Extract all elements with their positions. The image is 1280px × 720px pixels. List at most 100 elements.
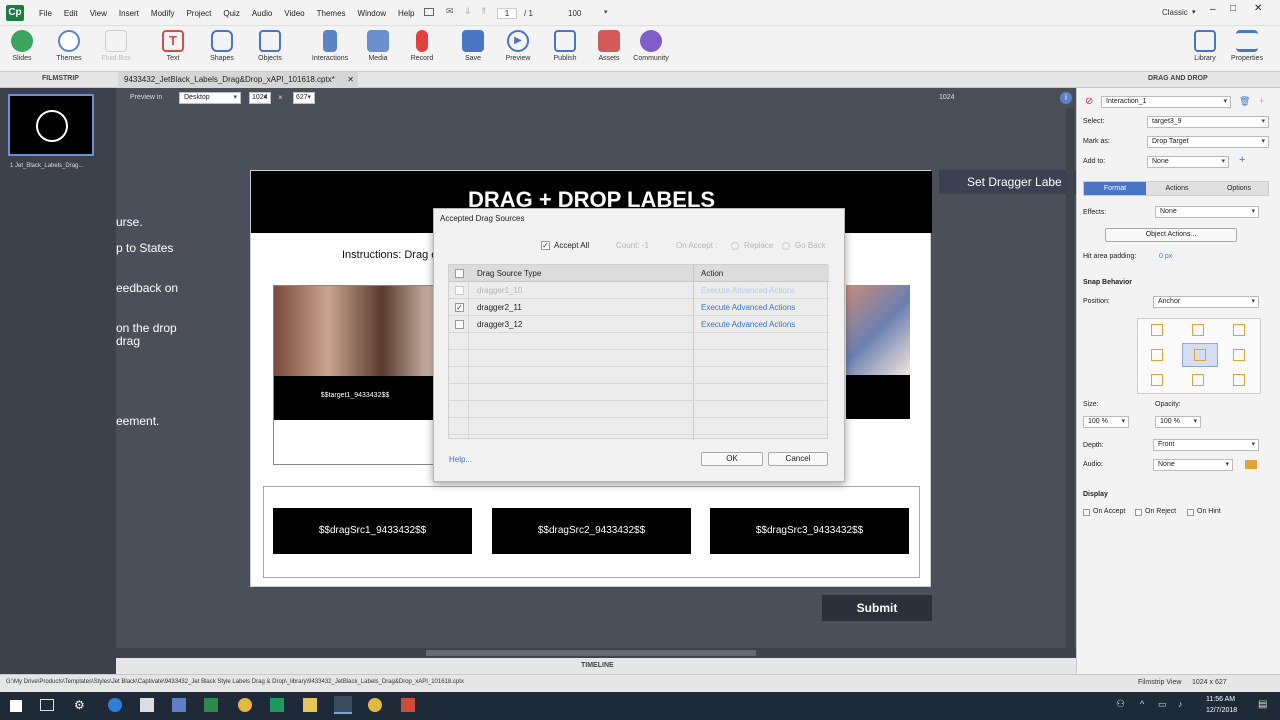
volume-icon[interactable]: ♪ bbox=[1178, 699, 1183, 709]
ok-button[interactable]: OK bbox=[701, 452, 763, 466]
workspace-chevron-icon[interactable]: ▾ bbox=[1192, 8, 1196, 16]
menu-help[interactable]: Help bbox=[392, 9, 420, 18]
chrome-icon[interactable] bbox=[238, 698, 252, 712]
slide-thumbnail[interactable] bbox=[8, 94, 94, 156]
publish-button[interactable]: Publish bbox=[541, 28, 589, 62]
row-checkbox[interactable] bbox=[455, 286, 464, 295]
windows-start-icon[interactable] bbox=[10, 700, 22, 712]
store-icon[interactable] bbox=[140, 698, 154, 712]
maximize-icon[interactable]: □ bbox=[1230, 3, 1236, 14]
library-button[interactable]: Library bbox=[1181, 28, 1229, 62]
on-reject-checkbox[interactable] bbox=[1135, 509, 1142, 516]
table-row[interactable]: dragger1_10 Execute Advanced Actions bbox=[449, 282, 829, 299]
outlook-icon[interactable] bbox=[172, 698, 186, 712]
go-back-radio[interactable] bbox=[782, 242, 790, 250]
row-action-link[interactable]: Execute Advanced Actions bbox=[701, 303, 795, 312]
add-to-dropdown[interactable]: None bbox=[1147, 156, 1229, 168]
on-hint-checkbox[interactable] bbox=[1187, 509, 1194, 516]
objects-button[interactable]: Objects bbox=[246, 28, 294, 62]
info-icon[interactable]: i bbox=[1060, 92, 1072, 104]
page-current-field[interactable]: 1 bbox=[497, 8, 517, 19]
visibility-icon[interactable]: ⊘ bbox=[1085, 96, 1093, 107]
drop-target-1[interactable]: $$target1_9433432$$ bbox=[273, 285, 436, 420]
menu-window[interactable]: Window bbox=[352, 9, 392, 18]
drop-target-3[interactable] bbox=[846, 285, 910, 420]
size-field[interactable]: 100 % bbox=[1083, 416, 1129, 428]
menu-audio[interactable]: Audio bbox=[246, 9, 278, 18]
captivate-taskbar-icon[interactable] bbox=[334, 696, 352, 714]
camtasia-icon[interactable] bbox=[270, 698, 284, 712]
on-accept-checkbox[interactable] bbox=[1083, 509, 1090, 516]
depth-dropdown[interactable]: Front bbox=[1153, 439, 1259, 451]
header-select-checkbox[interactable] bbox=[455, 269, 464, 278]
network-icon[interactable]: ▭ bbox=[1158, 699, 1167, 710]
add-interaction-icon[interactable]: + bbox=[1259, 96, 1264, 106]
menu-themes[interactable]: Themes bbox=[311, 9, 352, 18]
anchor-bottom-center[interactable] bbox=[1192, 374, 1204, 386]
tab-close-icon[interactable]: ✕ bbox=[347, 72, 354, 88]
stage-height-field[interactable]: 627 bbox=[293, 92, 315, 104]
properties-button[interactable]: Properties bbox=[1223, 28, 1271, 62]
table-row[interactable]: dragger3_12 Execute Advanced Actions bbox=[449, 316, 829, 333]
text-button[interactable]: T Text bbox=[149, 28, 197, 62]
replace-radio[interactable] bbox=[731, 242, 739, 250]
target-drop-area[interactable] bbox=[273, 420, 435, 465]
menu-project[interactable]: Project bbox=[180, 9, 217, 18]
assets-button[interactable]: Assets bbox=[585, 28, 633, 62]
opacity-field[interactable]: 100 % bbox=[1155, 416, 1201, 428]
preview-device-select[interactable]: Desktop bbox=[179, 92, 241, 104]
file-explorer-icon[interactable] bbox=[303, 698, 317, 712]
anchor-top-right[interactable] bbox=[1233, 324, 1245, 336]
drag-source-2[interactable]: $$dragSrc2_9433432$$ bbox=[492, 508, 691, 554]
anchor-middle-right[interactable] bbox=[1233, 349, 1245, 361]
clock-date[interactable]: 12/7/2018 bbox=[1206, 707, 1237, 714]
slides-button[interactable]: Slides bbox=[0, 28, 46, 62]
mark-as-dropdown[interactable]: Drop Target bbox=[1147, 136, 1269, 148]
workspace-switcher[interactable]: Classic bbox=[1162, 8, 1188, 17]
people-icon[interactable]: ⚇ bbox=[1116, 699, 1125, 710]
add-group-icon[interactable]: + bbox=[1239, 154, 1245, 166]
fluidbox-button[interactable]: Fluid Box bbox=[92, 28, 140, 62]
accept-all-checkbox[interactable]: ✓ bbox=[541, 241, 550, 250]
row-checkbox[interactable]: ✓ bbox=[455, 303, 464, 312]
menu-view[interactable]: View bbox=[84, 9, 113, 18]
tab-actions[interactable]: Actions bbox=[1146, 182, 1208, 195]
cancel-button[interactable]: Cancel bbox=[768, 452, 828, 466]
clock-time[interactable]: 11:56 AM bbox=[1206, 696, 1235, 703]
select-dropdown[interactable]: target3_9 bbox=[1147, 116, 1269, 128]
horizontal-scroll-thumb[interactable] bbox=[426, 650, 756, 656]
timeline-bar[interactable]: TIMELINE bbox=[116, 658, 1076, 674]
mail-icon[interactable]: ✉ bbox=[446, 6, 454, 17]
menu-edit[interactable]: Edit bbox=[58, 9, 84, 18]
menu-quiz[interactable]: Quiz bbox=[217, 9, 245, 18]
anchor-top-left[interactable] bbox=[1151, 324, 1163, 336]
submit-button[interactable]: Submit bbox=[822, 595, 932, 621]
object-actions-button[interactable]: Object Actions... bbox=[1105, 228, 1237, 242]
row-action-link[interactable]: Execute Advanced Actions bbox=[701, 320, 795, 329]
settings-icon[interactable]: ⚙ bbox=[74, 698, 85, 712]
anchor-bottom-left[interactable] bbox=[1151, 374, 1163, 386]
menu-modify[interactable]: Modify bbox=[145, 9, 181, 18]
table-row[interactable]: ✓ dragger2_11 Execute Advanced Actions bbox=[449, 299, 829, 316]
minimize-icon[interactable]: – bbox=[1210, 4, 1216, 15]
drag-source-1[interactable]: $$dragSrc1_9433432$$ bbox=[273, 508, 472, 554]
drag-source-3[interactable]: $$dragSrc3_9433432$$ bbox=[710, 508, 909, 554]
menu-file[interactable]: File bbox=[33, 9, 58, 18]
community-button[interactable]: Community bbox=[627, 28, 675, 62]
anchor-middle-left[interactable] bbox=[1151, 349, 1163, 361]
stage-width-field[interactable]: 1024 bbox=[249, 92, 271, 104]
preview-button[interactable]: ▶ Preview bbox=[494, 28, 542, 62]
vertical-scrollbar[interactable] bbox=[1066, 108, 1074, 648]
interactions-button[interactable]: Interactions bbox=[306, 28, 354, 62]
task-view-icon[interactable] bbox=[40, 699, 54, 711]
row-action-link[interactable]: Execute Advanced Actions bbox=[701, 286, 795, 295]
row-checkbox[interactable] bbox=[455, 320, 464, 329]
tab-format[interactable]: Format bbox=[1084, 182, 1146, 195]
edge-icon[interactable] bbox=[108, 698, 122, 712]
themes-button[interactable]: Themes bbox=[45, 28, 93, 62]
excel-icon[interactable] bbox=[204, 698, 218, 712]
menu-insert[interactable]: Insert bbox=[113, 9, 145, 18]
snagit-icon[interactable] bbox=[401, 698, 415, 712]
chrome-icon-2[interactable] bbox=[368, 698, 382, 712]
save-button[interactable]: Save bbox=[449, 28, 497, 62]
